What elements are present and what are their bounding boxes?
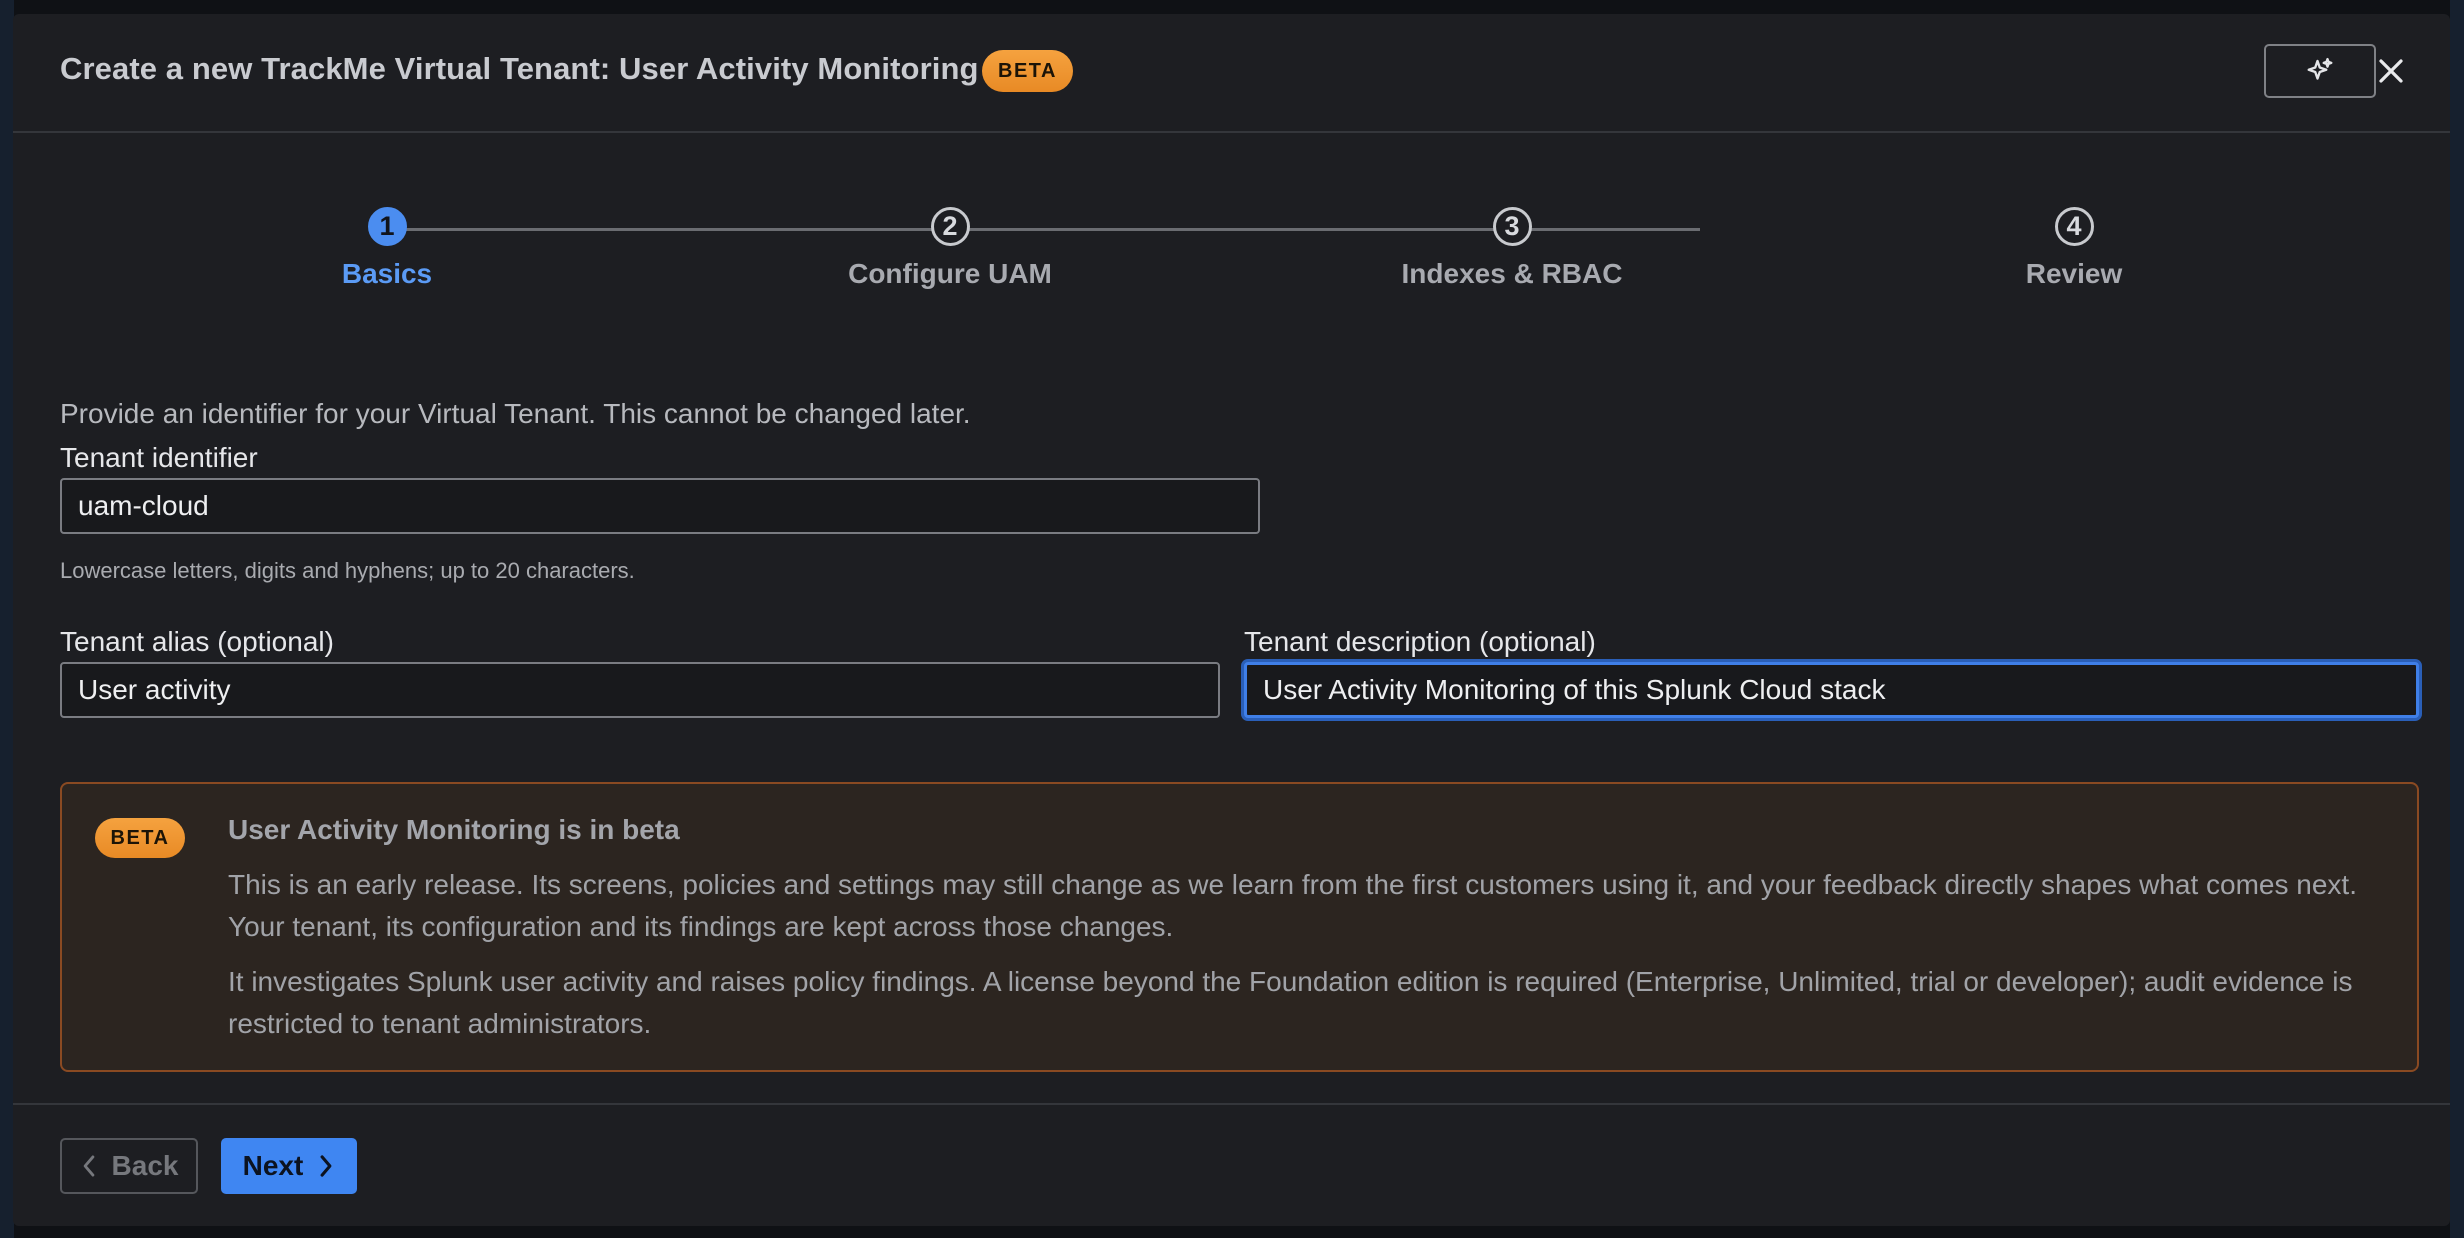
- beta-notice-paragraph: It investigates Splunk user activity and…: [228, 966, 2353, 1039]
- beta-notice-badge: BETA: [95, 818, 185, 858]
- step-number: 3: [1492, 207, 1532, 246]
- close-button[interactable]: [2361, 44, 2421, 98]
- tenant-alias-label: Tenant alias (optional): [60, 626, 334, 657]
- chevron-left-icon: [83, 1155, 94, 1177]
- tenant-alias-input[interactable]: [60, 662, 1220, 718]
- step-label: Indexes & RBAC: [1401, 258, 1623, 289]
- next-button[interactable]: Next: [221, 1138, 357, 1194]
- dialog-footer: [13, 1103, 2450, 1226]
- beta-notice-title: User Activity Monitoring is in beta: [228, 814, 680, 845]
- page-backdrop-right: [2450, 0, 2464, 1238]
- beta-notice-paragraph: This is an early release. Its screens, p…: [228, 869, 2357, 942]
- beta-notice: BETA User Activity Monitoring is in beta…: [60, 782, 2419, 1072]
- tenant-description-input[interactable]: [1244, 662, 2419, 718]
- tenant-identifier-help: Lowercase letters, digits and hyphens; u…: [60, 558, 635, 583]
- ai-assist-button[interactable]: [2264, 44, 2376, 98]
- step-label: Review: [2025, 258, 2123, 289]
- step-configure-uam[interactable]: 2 Configure UAM: [800, 207, 1100, 290]
- form-instruction: Provide an identifier for your Virtual T…: [60, 398, 971, 429]
- dialog-title: Create a new TrackMe Virtual Tenant: Use…: [60, 51, 979, 86]
- step-number: 4: [2054, 207, 2094, 246]
- page-backdrop-left: [0, 0, 14, 1238]
- step-indexes-rbac[interactable]: 3 Indexes & RBAC: [1362, 207, 1662, 290]
- back-button-label: Back: [111, 1150, 179, 1181]
- step-label: Basics: [341, 258, 433, 289]
- step-number: 1: [367, 207, 407, 246]
- chevron-right-icon: [320, 1155, 332, 1177]
- step-label: Configure UAM: [848, 258, 1052, 289]
- close-icon: [2379, 59, 2403, 83]
- tenant-identifier-input[interactable]: [60, 478, 1260, 534]
- beta-badge: BETA: [982, 50, 1073, 92]
- create-tenant-dialog: Create a new TrackMe Virtual Tenant: Use…: [13, 14, 2450, 1226]
- back-button[interactable]: Back: [60, 1138, 198, 1194]
- step-number: 2: [930, 207, 970, 246]
- step-basics[interactable]: 1 Basics: [237, 207, 537, 290]
- dialog-header: Create a new TrackMe Virtual Tenant: Use…: [13, 14, 2450, 133]
- next-button-label: Next: [242, 1150, 304, 1181]
- step-review[interactable]: 4 Review: [1924, 207, 2224, 290]
- sparkle-icon: [2307, 57, 2333, 80]
- tenant-identifier-label: Tenant identifier: [60, 442, 258, 473]
- tenant-description-label: Tenant description (optional): [1244, 626, 1596, 657]
